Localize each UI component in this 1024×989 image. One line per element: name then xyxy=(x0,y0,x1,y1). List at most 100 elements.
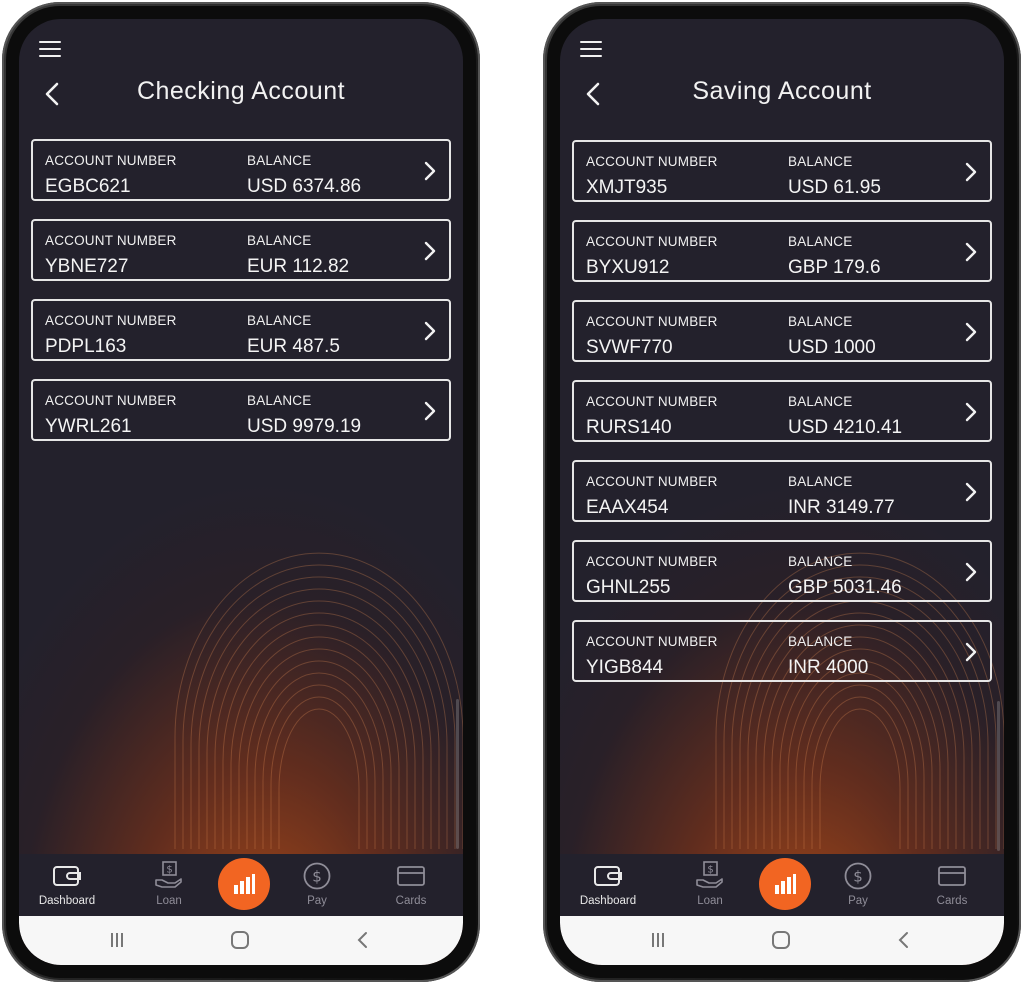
account-number-label: ACCOUNT NUMBER xyxy=(586,474,718,489)
account-card[interactable]: ACCOUNT NUMBER PDPL163 BALANCE EUR 487.5 xyxy=(31,299,451,361)
balance-label: BALANCE xyxy=(788,234,853,249)
account-card[interactable]: ACCOUNT NUMBER RURS140 BALANCE USD 4210.… xyxy=(572,380,992,442)
ring-line xyxy=(803,684,917,849)
chevron-right-icon xyxy=(965,162,977,182)
system-nav-bar xyxy=(560,916,1004,965)
chevron-right-icon xyxy=(424,241,436,261)
back-icon[interactable] xyxy=(894,931,914,949)
ring-line xyxy=(206,600,432,849)
tab-pay[interactable]: $ Pay xyxy=(277,860,357,907)
wallet-icon xyxy=(53,866,81,886)
system-nav-bar xyxy=(19,916,463,965)
account-card[interactable]: ACCOUNT NUMBER GHNL255 BALANCE GBP 5031.… xyxy=(572,540,992,602)
balance-label: BALANCE xyxy=(788,394,853,409)
tab-loan[interactable]: $ Loan xyxy=(129,860,209,907)
account-number-label: ACCOUNT NUMBER xyxy=(586,234,718,249)
ring-line xyxy=(230,636,408,849)
account-number: XMJT935 xyxy=(586,177,668,198)
recent-apps-icon[interactable] xyxy=(648,931,668,949)
balance-label: BALANCE xyxy=(788,314,853,329)
scrollbar[interactable] xyxy=(456,699,459,849)
ring-line xyxy=(819,708,901,849)
card-icon xyxy=(938,866,966,886)
balance-value: USD 61.95 xyxy=(788,177,881,198)
ring-line xyxy=(214,612,424,849)
balance-value: USD 4210.41 xyxy=(788,417,903,438)
ring-line xyxy=(270,696,368,849)
account-card[interactable]: ACCOUNT NUMBER XMJT935 BALANCE USD 61.95 xyxy=(572,140,992,202)
page-title: Checking Account xyxy=(136,77,346,105)
ring-line xyxy=(723,564,997,849)
balance-value: GBP 5031.46 xyxy=(788,577,902,598)
chevron-right-icon xyxy=(965,482,977,502)
svg-text:$: $ xyxy=(166,865,172,876)
ring-line xyxy=(811,696,909,849)
back-icon[interactable] xyxy=(353,931,373,949)
tab-label: Pay xyxy=(307,895,327,907)
recent-apps-icon[interactable] xyxy=(107,931,127,949)
stats-button[interactable] xyxy=(218,858,270,910)
account-number: EAAX454 xyxy=(586,497,669,518)
ring-line xyxy=(262,684,376,849)
home-icon[interactable] xyxy=(771,931,791,949)
tab-label: Loan xyxy=(697,895,723,907)
balance-value: EUR 487.5 xyxy=(247,336,340,357)
account-number: SVWF770 xyxy=(586,337,673,358)
tab-label: Pay xyxy=(848,895,868,907)
balance-value: USD 1000 xyxy=(788,337,876,358)
account-card[interactable]: ACCOUNT NUMBER SVWF770 BALANCE USD 1000 xyxy=(572,300,992,362)
chevron-right-icon xyxy=(965,402,977,422)
account-card[interactable]: ACCOUNT NUMBER YWRL261 BALANCE USD 9979.… xyxy=(31,379,451,441)
tab-cards[interactable]: Cards xyxy=(912,860,992,907)
account-number-label: ACCOUNT NUMBER xyxy=(45,393,177,408)
balance-label: BALANCE xyxy=(247,153,312,168)
dollar-circle-icon: $ xyxy=(844,862,872,890)
tab-cards[interactable]: Cards xyxy=(371,860,451,907)
balance-label: BALANCE xyxy=(788,154,853,169)
account-card[interactable]: ACCOUNT NUMBER EAAX454 BALANCE INR 3149.… xyxy=(572,460,992,522)
tab-pay[interactable]: $ Pay xyxy=(818,860,898,907)
tab-label: Cards xyxy=(936,895,968,907)
menu-icon[interactable] xyxy=(580,41,602,58)
account-card[interactable]: ACCOUNT NUMBER EGBC621 BALANCE USD 6374.… xyxy=(31,139,451,201)
account-number-label: ACCOUNT NUMBER xyxy=(586,554,718,569)
svg-text:$: $ xyxy=(707,865,713,876)
chevron-right-icon xyxy=(424,161,436,181)
account-number: YWRL261 xyxy=(45,416,132,437)
menu-icon[interactable] xyxy=(39,41,61,58)
chevron-right-icon xyxy=(965,642,977,662)
ring-line xyxy=(198,588,440,849)
chevron-right-icon xyxy=(424,401,436,421)
account-number-label: ACCOUNT NUMBER xyxy=(45,313,177,328)
bar-chart-icon xyxy=(234,874,255,894)
balance-label: BALANCE xyxy=(247,393,312,408)
wallet-icon xyxy=(594,866,622,886)
svg-text:$: $ xyxy=(853,868,863,886)
balance-value: INR 4000 xyxy=(788,657,869,678)
balance-value: INR 3149.77 xyxy=(788,497,895,518)
account-number: GHNL255 xyxy=(586,577,671,598)
tab-loan[interactable]: $ Loan xyxy=(670,860,750,907)
account-card[interactable]: ACCOUNT NUMBER YBNE727 BALANCE EUR 112.8… xyxy=(31,219,451,281)
tab-dashboard[interactable]: Dashboard xyxy=(27,860,107,907)
balance-value: GBP 179.6 xyxy=(788,257,881,278)
balance-label: BALANCE xyxy=(247,233,312,248)
stats-button[interactable] xyxy=(759,858,811,910)
account-card[interactable]: ACCOUNT NUMBER BYXU912 BALANCE GBP 179.6 xyxy=(572,220,992,282)
account-number: BYXU912 xyxy=(586,257,670,278)
balance-value: USD 9979.19 xyxy=(247,416,362,437)
tab-label: Dashboard xyxy=(579,895,637,907)
home-icon[interactable] xyxy=(230,931,250,949)
account-number-label: ACCOUNT NUMBER xyxy=(45,233,177,248)
account-number: RURS140 xyxy=(586,417,672,438)
tab-label: Cards xyxy=(395,895,427,907)
account-card[interactable]: ACCOUNT NUMBER YIGB844 BALANCE INR 4000 xyxy=(572,620,992,682)
scrollbar[interactable] xyxy=(997,701,1000,851)
ring-line xyxy=(182,564,456,849)
ring-line xyxy=(190,576,448,849)
tab-dashboard[interactable]: Dashboard xyxy=(568,860,648,907)
phone-checking: Checking Account ACCOUNT NUMBER EGBC621 … xyxy=(2,2,480,982)
chevron-right-icon xyxy=(965,242,977,262)
account-number: YBNE727 xyxy=(45,256,129,277)
ring-line xyxy=(795,672,925,849)
